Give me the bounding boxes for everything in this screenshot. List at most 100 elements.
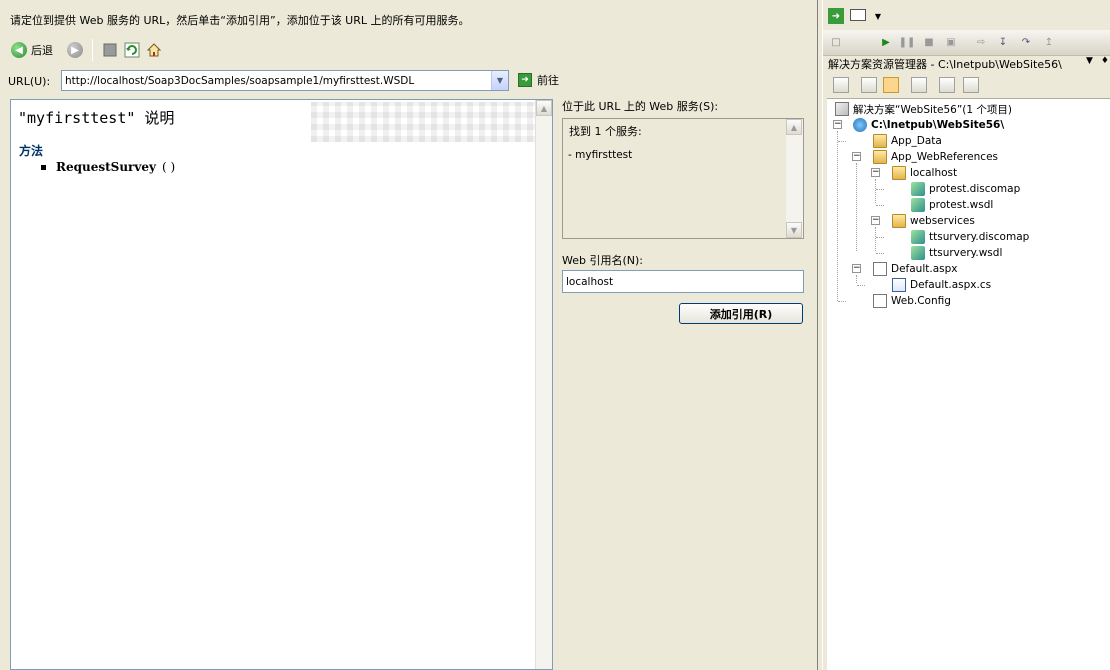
tree-item-web-config[interactable]: Web.Config (873, 293, 951, 309)
services-list[interactable]: 找到 1 个服务: - myfirsttest ▲ ▼ (562, 118, 804, 239)
tree-item-label: localhost (910, 167, 958, 179)
stop-icon[interactable]: ■ (921, 34, 937, 50)
tree-line (875, 179, 876, 203)
restart-icon[interactable]: ▣ (943, 34, 959, 50)
tree-item-webservices[interactable]: webservices (892, 213, 975, 229)
tree-item-protest-wsdl[interactable]: protest.wsdl (911, 197, 993, 213)
website-icon (853, 118, 867, 132)
pin-icon[interactable]: ♦ (1101, 56, 1109, 66)
tree-line (876, 237, 884, 238)
tree-line (876, 205, 884, 206)
tree-item-default-aspx-cs[interactable]: Default.aspx.cs (892, 277, 991, 293)
tree-line (837, 131, 838, 301)
service-description-browser[interactable]: "myfirsttest" 说明 方法 RequestSurvey ( ) ▲ (10, 99, 553, 670)
method-link[interactable]: RequestSurvey (56, 160, 156, 174)
home-button[interactable] (143, 39, 165, 61)
show-next-icon[interactable]: ⇨ (973, 34, 989, 50)
collapse-toggle[interactable]: − (852, 264, 861, 273)
copy-website-icon[interactable] (939, 77, 955, 93)
refresh-icon (124, 42, 140, 58)
scroll-up-button[interactable]: ▲ (786, 119, 802, 135)
solution-tree[interactable]: 解决方案“WebSite56”(1 个项目) − C:\Inetpub\WebS… (827, 98, 1110, 670)
tree-item-website[interactable]: C:\Inetpub\WebSite56\ (853, 117, 1004, 133)
url-input[interactable] (62, 71, 490, 90)
tree-item-default-aspx[interactable]: Default.aspx (873, 261, 958, 277)
tree-item-label: App_WebReferences (891, 151, 998, 163)
tree-item-app-webreferences[interactable]: App_WebReferences (873, 149, 998, 165)
tree-item-protest-discomap[interactable]: protest.discomap (911, 181, 1020, 197)
tree-item-label: ttsurvery.discomap (929, 231, 1030, 243)
add-reference-button[interactable]: 添加引用(R) (679, 303, 803, 324)
folder-open-icon (892, 166, 906, 180)
tree-line (876, 189, 884, 190)
wsdl-icon (911, 246, 925, 260)
services-label: 位于此 URL 上的 Web 服务(S): (562, 100, 719, 113)
folder-open-icon (873, 150, 887, 164)
pause-icon[interactable]: ❚❚ (899, 34, 916, 50)
url-combobox[interactable]: ▼ (61, 70, 509, 91)
go-arrow-icon: ➜ (518, 73, 532, 87)
tree-line (856, 275, 857, 283)
toolbar-separator (92, 39, 93, 61)
solution-explorer-title: 解决方案资源管理器 - C:\Inetpub\WebSite56\ (828, 58, 1062, 71)
ide-toolbar-debug: □ ▶ ❚❚ ■ ▣ ⇨ ↧ ↷ ↥ (823, 30, 1110, 56)
tree-item-label: protest.wsdl (929, 199, 994, 211)
tree-item-label: App_Data (891, 135, 942, 147)
tree-line (857, 285, 865, 286)
dropdown-icon[interactable]: ▼ (1086, 56, 1093, 66)
wsdl-icon (911, 198, 925, 212)
browser-scrollbar[interactable]: ▲ (535, 100, 552, 669)
tree-item-solution[interactable]: 解决方案“WebSite56”(1 个项目) (835, 101, 1012, 117)
scroll-up-button[interactable]: ▲ (536, 100, 552, 116)
tree-item-app-data[interactable]: App_Data (873, 133, 942, 149)
window-icon[interactable] (850, 9, 866, 21)
aspnet-config-icon[interactable] (963, 77, 979, 93)
services-scrollbar[interactable]: ▲ ▼ (786, 119, 803, 238)
comment-icon[interactable]: □ (828, 34, 844, 50)
refresh-icon[interactable] (861, 77, 877, 93)
services-found-text: 找到 1 个服务: (569, 125, 642, 138)
collapse-toggle[interactable]: − (852, 152, 861, 161)
stop-button[interactable] (99, 39, 121, 61)
refresh-button[interactable] (121, 39, 143, 61)
ide-toolbar-top: ➜ ▼ (823, 0, 1110, 30)
back-icon: ◀ (11, 42, 27, 58)
discomap-icon (911, 230, 925, 244)
tree-line (875, 227, 876, 251)
step-into-icon[interactable]: ↧ (995, 34, 1011, 50)
tree-item-ttsurvery-discomap[interactable]: ttsurvery.discomap (911, 229, 1029, 245)
stop-icon (103, 43, 117, 57)
step-over-icon[interactable]: ↷ (1018, 34, 1034, 50)
instruction-text: 请定位到提供 Web 服务的 URL，然后单击“添加引用”，添加位于该 URL … (10, 14, 470, 27)
tree-item-localhost[interactable]: localhost (892, 165, 957, 181)
tree-item-label: 解决方案“WebSite56”(1 个项目) (853, 103, 1013, 116)
nest-files-icon[interactable] (883, 77, 899, 93)
tree-item-ttsurvery-wsdl[interactable]: ttsurvery.wsdl (911, 245, 1002, 261)
collapse-toggle[interactable]: − (871, 168, 880, 177)
url-dropdown-button[interactable]: ▼ (491, 71, 508, 90)
go-label: 前往 (537, 74, 559, 87)
back-button[interactable]: ◀ 后退 (8, 39, 56, 61)
go-button[interactable]: ➜ 前往 (518, 72, 559, 88)
cs-file-icon (892, 278, 906, 292)
go-arrow-icon[interactable]: ➜ (828, 8, 844, 24)
view-designer-icon[interactable] (911, 77, 927, 93)
service-item: - myfirsttest (568, 149, 633, 161)
tree-line (838, 301, 846, 302)
method-args: ( ) (161, 160, 176, 174)
tree-item-label: ttsurvery.wsdl (929, 247, 1003, 259)
forward-button[interactable]: ▶ (64, 39, 86, 61)
start-icon[interactable]: ▶ (878, 34, 894, 50)
properties-icon[interactable] (833, 77, 849, 93)
discomap-icon (911, 182, 925, 196)
url-row: URL(U): ▼ ➜ 前往 (8, 70, 568, 92)
chevron-down-icon[interactable]: ▼ (870, 8, 886, 24)
step-out-icon[interactable]: ↥ (1041, 34, 1057, 50)
solution-explorer-pane: ➜ ▼ □ ▶ ❚❚ ■ ▣ ⇨ ↧ ↷ ↥ 解决方案资源管理器 - C:\In… (822, 0, 1110, 670)
collapse-toggle[interactable]: − (871, 216, 880, 225)
chevron-down-icon: ▼ (496, 76, 504, 85)
web-reference-name-input[interactable] (562, 270, 804, 293)
collapse-toggle[interactable]: − (833, 120, 842, 129)
solution-explorer-titlebar: 解决方案资源管理器 - C:\Inetpub\WebSite56\ ▼ ♦ (823, 56, 1110, 72)
scroll-down-button[interactable]: ▼ (786, 222, 802, 238)
